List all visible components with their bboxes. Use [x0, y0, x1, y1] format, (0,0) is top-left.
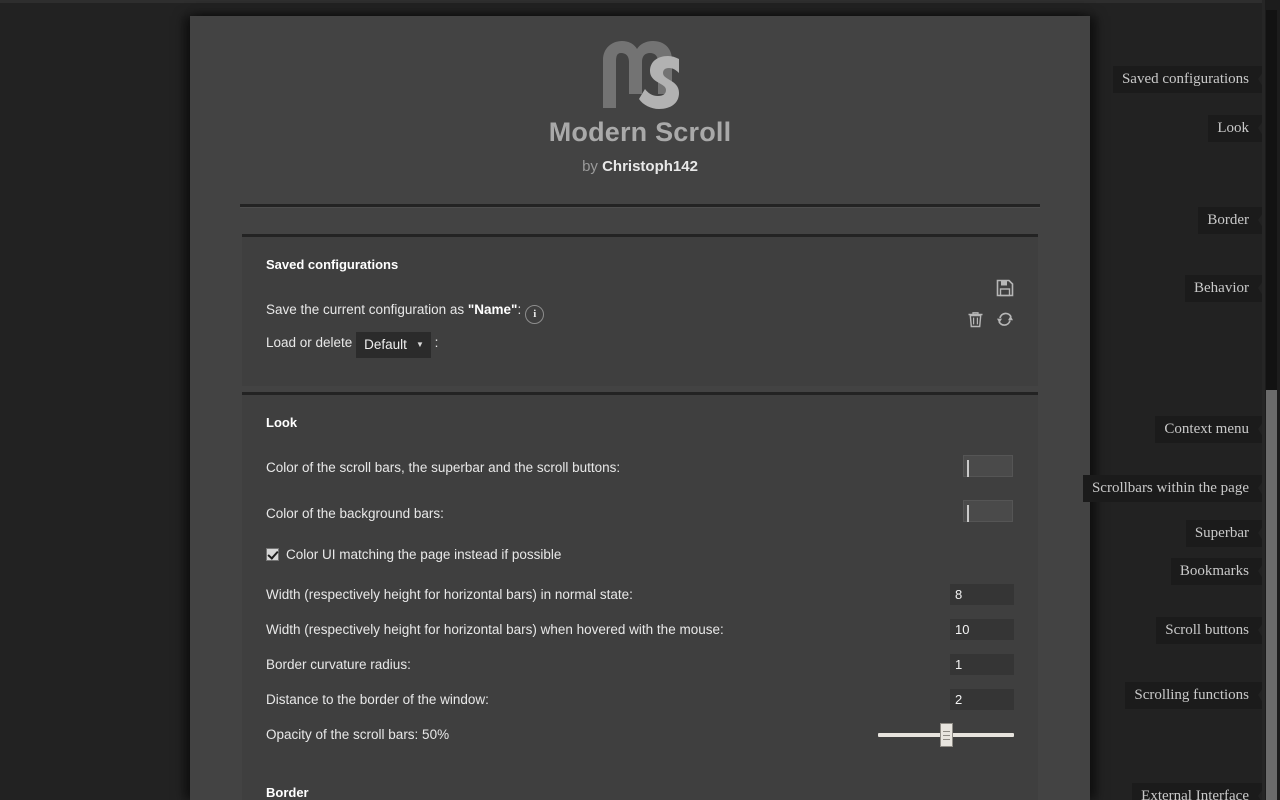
bookmark-label: Scroll buttons: [1165, 622, 1249, 638]
ms-monogram-icon: [595, 36, 685, 114]
background-color-swatch-fill: [967, 505, 969, 522]
bookmark-label: Bookmarks: [1179, 563, 1249, 579]
row-distance: Distance to the border of the window: 2: [266, 689, 1014, 710]
reload-icon[interactable]: [996, 311, 1014, 333]
radius-label: Border curvature radius:: [266, 657, 411, 672]
bookmark-label: Context menu: [1164, 421, 1249, 437]
width-hover-label: Width (respectively height for horizonta…: [266, 622, 724, 637]
save-config-row: Save the current configuration as "Name"…: [266, 300, 1014, 324]
options-page: Modern Scroll by Christoph142 Saved conf…: [0, 0, 1280, 800]
by-label: by: [582, 157, 598, 175]
match-ui-checkbox[interactable]: [266, 548, 279, 561]
page-scrollbar-gutter: [1262, 0, 1265, 800]
page-scrollbar-thumb[interactable]: [1266, 10, 1277, 390]
width-hover-input[interactable]: 10: [950, 619, 1014, 640]
background-color-swatch[interactable]: [963, 500, 1013, 522]
header-divider: [240, 204, 1040, 208]
opacity-label: Opacity of the scroll bars: 50%: [266, 727, 450, 742]
bookmark-rail: Saved configurations Look Border Behavior Co…: [1082, 0, 1268, 800]
opacity-slider[interactable]: [878, 723, 1014, 747]
row-radius: Border curvature radius: 1: [266, 654, 1014, 675]
bookmark-behavior[interactable]: Behavior: [1185, 275, 1267, 302]
load-delete-row: Load or delete Default ▼ :: [266, 332, 1014, 358]
app-byline: by Christoph142: [190, 158, 1090, 175]
bookmark-label: Scrollbars within the page: [1091, 480, 1249, 496]
app-title: Modern Scroll: [548, 117, 732, 147]
match-ui-label: Color UI matching the page instead if po…: [286, 547, 562, 562]
save-config-label-suffix: :: [517, 302, 522, 317]
row-scrollbar-color: Color of the scroll bars, the superbar a…: [266, 455, 1014, 478]
save-config-label-name: "Name": [467, 302, 518, 317]
page-scrollbar-track[interactable]: [1266, 390, 1277, 800]
config-select-value: Default: [364, 337, 407, 352]
bookmark-external-interface[interactable]: External Interface: [1132, 783, 1267, 800]
trash-icon[interactable]: [967, 311, 984, 333]
author-name: Christoph142: [602, 157, 698, 175]
distance-label: Distance to the border of the window:: [266, 692, 489, 707]
bookmark-label: Saved configurations: [1121, 71, 1249, 87]
row-background-color: Color of the background bars:: [266, 500, 1014, 524]
background-color-label: Color of the background bars:: [266, 506, 444, 521]
info-icon[interactable]: i: [525, 305, 545, 324]
bookmark-border[interactable]: Border: [1198, 207, 1267, 234]
bookmark-label: Border: [1207, 212, 1249, 228]
bookmark-label: External Interface: [1141, 788, 1249, 800]
options-panel: Modern Scroll by Christoph142 Saved conf…: [190, 16, 1090, 800]
bookmark-label: Look: [1217, 120, 1249, 136]
app-header: Modern Scroll by Christoph142: [190, 16, 1090, 175]
save-config-label-prefix: Save the current configuration as: [266, 302, 468, 317]
bookmark-scrolling-functions[interactable]: Scrolling functions: [1125, 682, 1267, 709]
row-width-hover: Width (respectively height for horizonta…: [266, 619, 1014, 640]
floppy-disk-icon[interactable]: [996, 279, 1014, 302]
scrollbar-color-swatch[interactable]: [963, 455, 1013, 477]
load-delete-label: Load or delete: [266, 335, 353, 350]
config-select[interactable]: Default ▼: [356, 332, 431, 358]
save-config-label: Save the current configuration as "Name"…: [266, 302, 521, 317]
scrollbar-color-swatch-fill: [967, 460, 969, 477]
bookmark-scroll-buttons[interactable]: Scroll buttons: [1156, 617, 1267, 644]
config-actions: [956, 279, 1016, 343]
bookmark-label: Scrolling functions: [1134, 687, 1249, 703]
section-title-look: Look: [266, 415, 298, 430]
chevron-down-icon: ▼: [415, 340, 424, 349]
row-width-normal: Width (respectively height for horizonta…: [266, 584, 1014, 605]
bookmark-look[interactable]: Look: [1208, 115, 1267, 142]
section-saved-configurations: Saved configurations Save the current co…: [242, 234, 1038, 386]
page-scrollbar[interactable]: [1262, 0, 1280, 800]
width-normal-label: Width (respectively height for horizonta…: [266, 587, 633, 602]
bookmark-scrollbars-within-the-page[interactable]: Scrollbars within the page: [1082, 475, 1268, 502]
top-hairline: [0, 0, 1280, 3]
section-title-saved-configurations: Saved configurations: [266, 257, 399, 272]
section-look: Look Color of the scroll bars, the super…: [242, 392, 1038, 800]
section-title-border: Border: [266, 785, 309, 800]
opacity-slider-thumb[interactable]: [940, 723, 953, 747]
bookmark-saved-configurations[interactable]: Saved configurations: [1112, 66, 1268, 93]
bookmark-context-menu[interactable]: Context menu: [1155, 416, 1267, 443]
bookmark-bookmarks[interactable]: Bookmarks: [1170, 558, 1268, 585]
bookmark-label: Superbar: [1194, 525, 1249, 541]
bookmark-superbar[interactable]: Superbar: [1185, 520, 1268, 547]
load-delete-label-suffix: :: [434, 335, 439, 350]
row-match-ui: Color UI matching the page instead if po…: [266, 545, 1014, 565]
row-opacity: Opacity of the scroll bars: 50%: [266, 723, 1014, 747]
distance-input[interactable]: 2: [950, 689, 1014, 710]
width-normal-input[interactable]: 8: [950, 584, 1014, 605]
radius-input[interactable]: 1: [950, 654, 1014, 675]
bookmark-label: Behavior: [1194, 280, 1249, 296]
scrollbar-color-label: Color of the scroll bars, the superbar a…: [266, 460, 621, 475]
